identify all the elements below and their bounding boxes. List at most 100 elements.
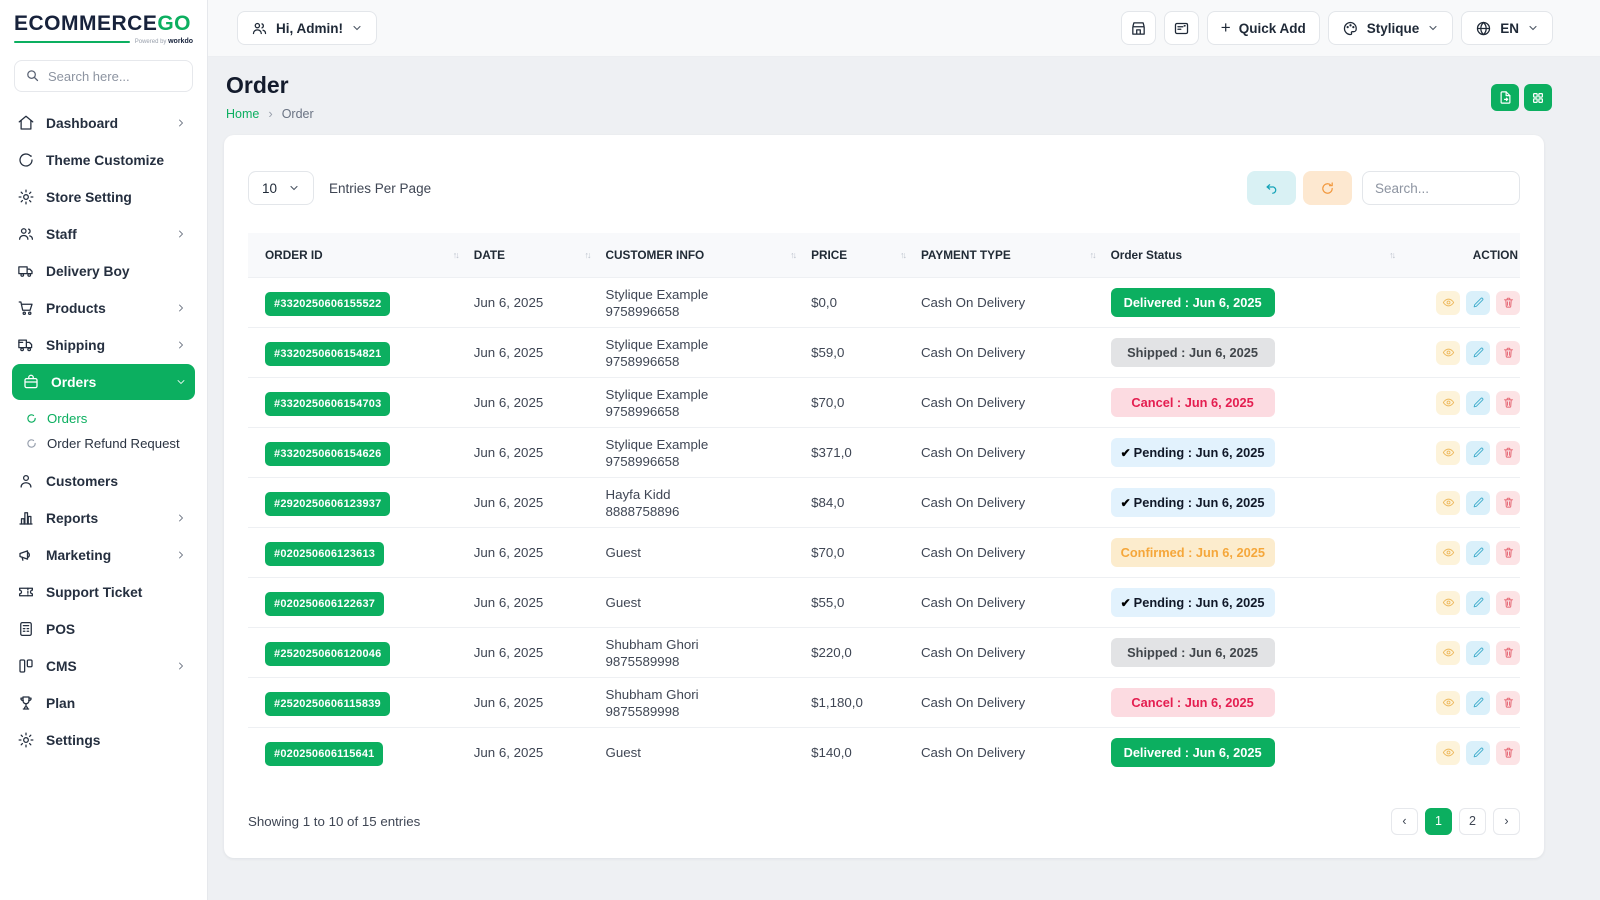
sidebar-item-dashboard[interactable]: Dashboard xyxy=(12,105,195,141)
view-order-button[interactable] xyxy=(1436,691,1460,715)
sidebar-item-label: Orders xyxy=(51,375,96,390)
sidebar-item-customers[interactable]: Customers xyxy=(12,463,195,499)
sidebar-item-pos[interactable]: POS xyxy=(12,611,195,647)
theme-select-button[interactable]: Stylique xyxy=(1328,11,1454,45)
edit-order-button[interactable] xyxy=(1466,441,1490,465)
mail-button[interactable] xyxy=(1164,11,1199,45)
customer-info: Guest xyxy=(605,728,811,778)
pagination-page-2[interactable]: 2 xyxy=(1459,808,1486,835)
column-header-price[interactable]: PRICE↑↓ xyxy=(811,233,921,278)
sidebar-item-theme-customize[interactable]: Theme Customize xyxy=(12,142,195,178)
entries-per-page-select[interactable]: 10 xyxy=(248,171,314,205)
pencil-icon xyxy=(1472,396,1485,409)
delete-order-button[interactable] xyxy=(1496,741,1520,765)
delete-order-button[interactable] xyxy=(1496,341,1520,365)
payment-type: Cash On Delivery xyxy=(921,578,1111,628)
delete-order-button[interactable] xyxy=(1496,491,1520,515)
storefront-button[interactable] xyxy=(1121,11,1156,45)
admin-menu-button[interactable]: Hi, Admin! xyxy=(237,11,377,45)
order-date: Jun 6, 2025 xyxy=(474,528,606,578)
delete-order-button[interactable] xyxy=(1496,291,1520,315)
order-id-badge[interactable]: #2920250606123937 xyxy=(265,492,390,516)
delete-order-button[interactable] xyxy=(1496,541,1520,565)
delete-order-button[interactable] xyxy=(1496,391,1520,415)
pagination-page-1[interactable]: 1 xyxy=(1425,808,1452,835)
payment-type: Cash On Delivery xyxy=(921,678,1111,728)
order-id-badge[interactable]: #3320250606154703 xyxy=(265,392,390,416)
edit-order-button[interactable] xyxy=(1466,491,1490,515)
sidebar-item-reports[interactable]: Reports xyxy=(12,500,195,536)
refresh-button[interactable] xyxy=(1303,171,1352,205)
delete-order-button[interactable] xyxy=(1496,691,1520,715)
view-order-button[interactable] xyxy=(1436,541,1460,565)
brand-underline xyxy=(14,41,130,43)
order-id-badge[interactable]: #2520250606120046 xyxy=(265,642,390,666)
brand-logo[interactable]: ECOMMERCEGO Powered by workdo xyxy=(0,0,207,45)
sidebar: ECOMMERCEGO Powered by workdo DashboardT… xyxy=(0,0,208,900)
edit-order-button[interactable] xyxy=(1466,741,1490,765)
sidebar-item-plan[interactable]: Plan xyxy=(12,685,195,721)
language-select-button[interactable]: EN xyxy=(1461,11,1553,45)
view-order-button[interactable] xyxy=(1436,341,1460,365)
sort-icon: ↑↓ xyxy=(1389,250,1394,260)
delete-order-button[interactable] xyxy=(1496,641,1520,665)
chevron-down-icon xyxy=(351,22,363,34)
view-order-button[interactable] xyxy=(1436,391,1460,415)
edit-order-button[interactable] xyxy=(1466,541,1490,565)
search-icon xyxy=(25,68,40,83)
submenu-item-orders[interactable]: Orders xyxy=(26,406,195,431)
order-id-badge[interactable]: #020250606122637 xyxy=(265,592,384,616)
sidebar-item-store-setting[interactable]: Store Setting xyxy=(12,179,195,215)
delete-order-button[interactable] xyxy=(1496,441,1520,465)
table-search-input[interactable] xyxy=(1362,171,1520,205)
sidebar-item-marketing[interactable]: Marketing xyxy=(12,537,195,573)
view-order-button[interactable] xyxy=(1436,491,1460,515)
order-id-badge[interactable]: #020250606123613 xyxy=(265,542,384,566)
sidebar-item-support-ticket[interactable]: Support Ticket xyxy=(12,574,195,610)
export-button[interactable] xyxy=(1491,84,1519,111)
grid-view-button[interactable] xyxy=(1524,84,1552,111)
edit-order-button[interactable] xyxy=(1466,341,1490,365)
view-order-button[interactable] xyxy=(1436,591,1460,615)
edit-order-button[interactable] xyxy=(1466,641,1490,665)
sidebar-item-shipping[interactable]: Shipping xyxy=(12,327,195,363)
column-header-customer-info[interactable]: CUSTOMER INFO↑↓ xyxy=(605,233,811,278)
check-icon: ✔ xyxy=(1121,596,1131,610)
view-order-button[interactable] xyxy=(1436,291,1460,315)
order-id-badge[interactable]: #2520250606115839 xyxy=(265,692,390,716)
delete-order-button[interactable] xyxy=(1496,591,1520,615)
edit-order-button[interactable] xyxy=(1466,291,1490,315)
column-header-date[interactable]: DATE↑↓ xyxy=(474,233,606,278)
undo-button[interactable] xyxy=(1247,171,1296,205)
view-order-button[interactable] xyxy=(1436,741,1460,765)
sidebar-item-staff[interactable]: Staff xyxy=(12,216,195,252)
eye-icon xyxy=(1442,546,1455,559)
sidebar-item-cms[interactable]: CMS xyxy=(12,648,195,684)
order-id-badge[interactable]: #3320250606154821 xyxy=(265,342,390,366)
order-id-badge[interactable]: #3320250606155522 xyxy=(265,292,390,316)
order-id-badge[interactable]: #3320250606154626 xyxy=(265,442,390,466)
pagination-next-button[interactable]: › xyxy=(1493,808,1520,835)
edit-order-button[interactable] xyxy=(1466,691,1490,715)
edit-order-button[interactable] xyxy=(1466,391,1490,415)
order-id-badge[interactable]: #020250606115641 xyxy=(265,742,383,766)
view-order-button[interactable] xyxy=(1436,641,1460,665)
sidebar-item-products[interactable]: Products xyxy=(12,290,195,326)
pagination-prev-button[interactable]: ‹ xyxy=(1391,808,1418,835)
column-header-payment-type[interactable]: PAYMENT TYPE↑↓ xyxy=(921,233,1111,278)
submenu-item-order-refund-request[interactable]: Order Refund Request xyxy=(26,431,195,456)
breadcrumb-home-link[interactable]: Home xyxy=(226,107,259,121)
view-order-button[interactable] xyxy=(1436,441,1460,465)
shipping-icon xyxy=(17,336,35,354)
sidebar-item-orders[interactable]: Orders xyxy=(12,364,195,400)
chevron-right-icon: › xyxy=(268,106,272,121)
sidebar-item-delivery-boy[interactable]: Delivery Boy xyxy=(12,253,195,289)
orders-table: ORDER ID↑↓DATE↑↓CUSTOMER INFO↑↓PRICE↑↓PA… xyxy=(248,233,1520,778)
mail-card-icon xyxy=(1173,20,1190,37)
sidebar-search-input[interactable] xyxy=(14,60,193,92)
column-header-order-id[interactable]: ORDER ID↑↓ xyxy=(248,233,474,278)
quick-add-button[interactable]: + Quick Add xyxy=(1207,11,1320,45)
sidebar-item-settings[interactable]: Settings xyxy=(12,722,195,758)
column-header-order-status[interactable]: Order Status↑↓ xyxy=(1111,233,1411,278)
edit-order-button[interactable] xyxy=(1466,591,1490,615)
